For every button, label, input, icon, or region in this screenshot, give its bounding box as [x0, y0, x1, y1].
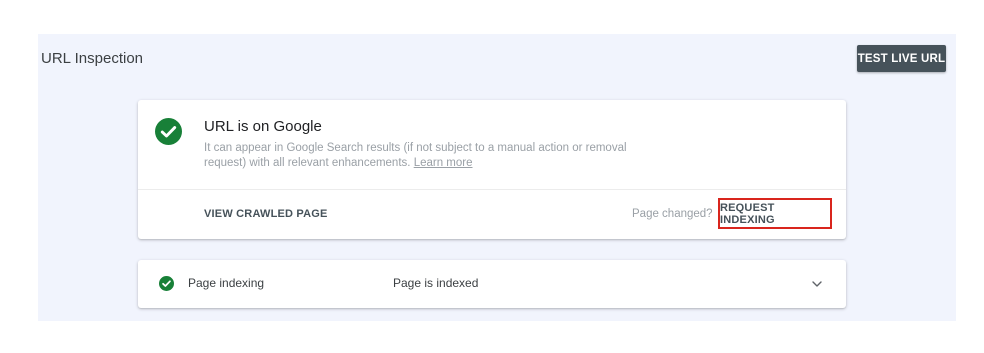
check-circle-icon	[159, 276, 174, 291]
view-crawled-page-button[interactable]: VIEW CRAWLED PAGE	[204, 208, 328, 220]
card-divider	[138, 189, 846, 190]
learn-more-link[interactable]: Learn more	[414, 157, 473, 169]
page-title: URL Inspection	[41, 50, 143, 67]
page-indexing-status: Page is indexed	[393, 276, 479, 290]
url-inspection-panel: URL Inspection TEST LIVE URL URL is on G…	[38, 34, 956, 321]
request-indexing-button[interactable]: REQUEST INDEXING	[718, 198, 832, 229]
chevron-down-icon[interactable]	[811, 278, 823, 290]
check-circle-icon	[155, 118, 182, 145]
page-indexing-label: Page indexing	[188, 276, 265, 290]
page-changed-label: Page changed?	[632, 208, 713, 220]
status-card: URL is on Google It can appear in Google…	[138, 100, 846, 239]
status-description: It can appear in Google Search results (…	[204, 141, 654, 171]
page-indexing-row[interactable]: Page indexing Page is indexed	[138, 260, 846, 308]
status-title: URL is on Google	[204, 118, 322, 135]
test-live-url-button[interactable]: TEST LIVE URL	[857, 45, 946, 72]
